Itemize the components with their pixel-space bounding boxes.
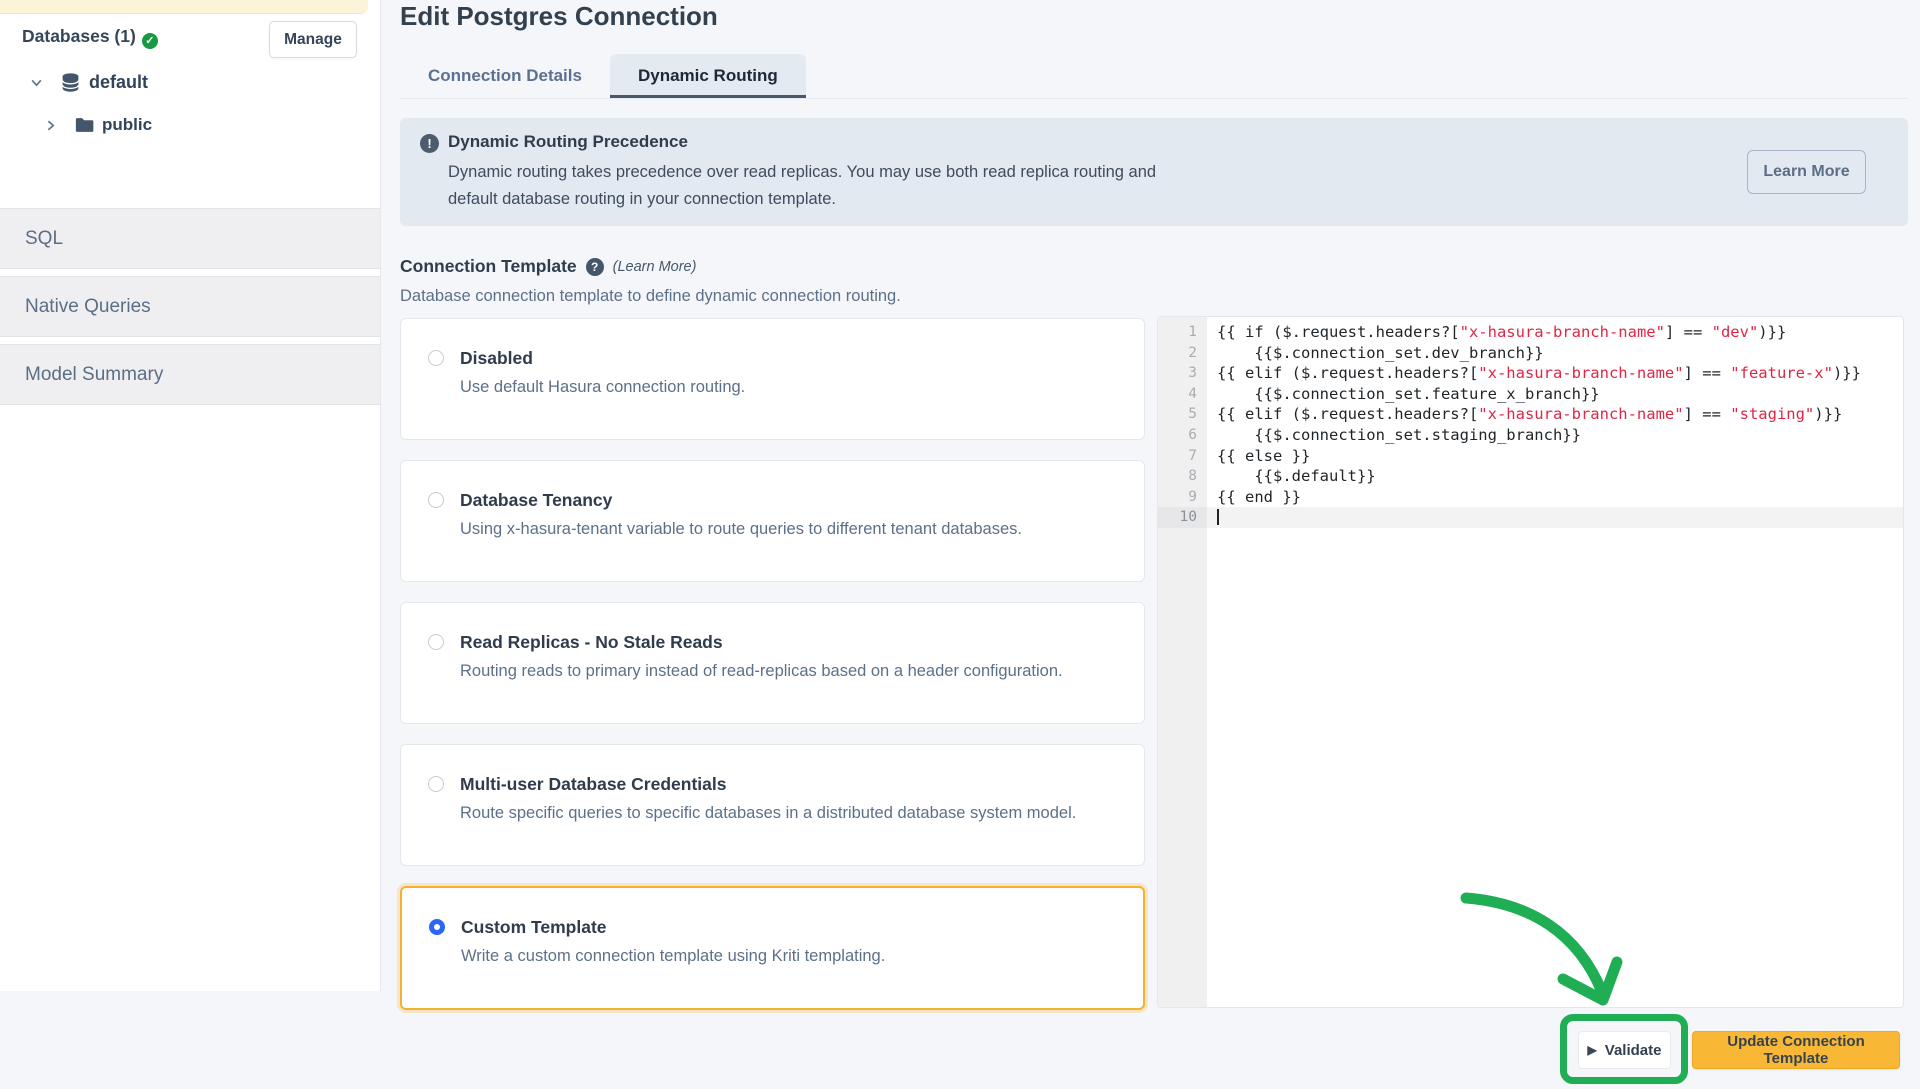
sidebar: Databases (1) ✓ Manage default public SQL… <box>0 0 381 991</box>
code-line[interactable]: 5{{ elif ($.request.headers?["x-hasura-b… <box>1158 404 1903 425</box>
databases-heading: Databases (1) ✓ <box>22 26 158 49</box>
line-number: 6 <box>1158 425 1207 446</box>
radio-database-tenancy[interactable] <box>428 492 444 508</box>
option-disabled[interactable]: Disabled Use default Hasura connection r… <box>400 318 1145 440</box>
code-editor[interactable]: 1{{ if ($.request.headers?["x-hasura-bra… <box>1157 316 1904 1008</box>
line-number: 2 <box>1158 343 1207 364</box>
update-connection-template-button[interactable]: Update Connection Template <box>1692 1031 1900 1069</box>
radio-disabled[interactable] <box>428 350 444 366</box>
code-line[interactable]: 9{{ end }} <box>1158 487 1903 508</box>
help-icon[interactable]: ? <box>586 258 604 276</box>
tree-item-public[interactable]: public <box>44 115 152 135</box>
code-line[interactable]: 10 <box>1158 507 1903 528</box>
code-line[interactable]: 4 {{$.connection_set.feature_x_branch}} <box>1158 384 1903 405</box>
sidebar-item-native-queries[interactable]: Native Queries <box>0 276 380 337</box>
line-number: 9 <box>1158 487 1207 508</box>
precedence-banner: ! Dynamic Routing Precedence Dynamic rou… <box>400 118 1908 226</box>
option-custom-template[interactable]: Custom Template Write a custom connectio… <box>400 886 1145 1010</box>
line-number: 10 <box>1158 507 1207 528</box>
validate-button[interactable]: ▶ Validate <box>1578 1031 1671 1069</box>
tree-label-public: public <box>102 115 152 135</box>
option-description: Using x-hasura-tenant variable to route … <box>460 520 1022 539</box>
tab-connection-details[interactable]: Connection Details <box>400 54 610 98</box>
section-subtitle: Database connection template to define d… <box>400 287 901 306</box>
line-number: 5 <box>1158 404 1207 425</box>
section-learn-more-link[interactable]: (Learn More) <box>613 259 697 275</box>
chevron-right-icon[interactable] <box>44 119 58 132</box>
tree-item-default[interactable]: default <box>30 72 148 93</box>
code-line[interactable]: 2 {{$.connection_set.dev_branch}} <box>1158 343 1903 364</box>
sidebar-item-model-summary[interactable]: Model Summary <box>0 344 380 405</box>
code-line[interactable]: 6 {{$.connection_set.staging_branch}} <box>1158 425 1903 446</box>
folder-icon <box>74 115 94 135</box>
option-database-tenancy[interactable]: Database Tenancy Using x-hasura-tenant v… <box>400 460 1145 582</box>
tab-dynamic-routing[interactable]: Dynamic Routing <box>610 54 806 98</box>
option-label: Custom Template <box>461 917 607 938</box>
option-description: Routing reads to primary instead of read… <box>460 662 1063 681</box>
option-label: Read Replicas - No Stale Reads <box>460 632 723 653</box>
line-number: 8 <box>1158 466 1207 487</box>
status-check-icon: ✓ <box>142 33 158 49</box>
validate-label: Validate <box>1605 1042 1662 1059</box>
option-description: Write a custom connection template using… <box>461 947 885 966</box>
line-number: 7 <box>1158 446 1207 467</box>
info-icon: ! <box>420 134 439 153</box>
chevron-down-icon[interactable] <box>30 76 44 89</box>
tabs: Connection Details Dynamic Routing <box>400 54 1908 99</box>
option-description: Use default Hasura connection routing. <box>460 378 745 397</box>
play-icon: ▶ <box>1588 1043 1597 1057</box>
manage-button[interactable]: Manage <box>269 21 357 58</box>
option-label: Multi-user Database Credentials <box>460 774 726 795</box>
code-line[interactable]: 7{{ else }} <box>1158 446 1903 467</box>
text-cursor <box>1217 509 1219 525</box>
learn-more-button[interactable]: Learn More <box>1747 150 1866 194</box>
banner-title: Dynamic Routing Precedence <box>448 132 688 152</box>
code-line[interactable]: 1{{ if ($.request.headers?["x-hasura-bra… <box>1158 322 1903 343</box>
databases-label: Databases (1) <box>22 26 136 46</box>
option-multi-user[interactable]: Multi-user Database Credentials Route sp… <box>400 744 1145 866</box>
line-number: 1 <box>1158 322 1207 343</box>
radio-custom-template[interactable] <box>429 919 445 935</box>
option-label: Disabled <box>460 348 533 369</box>
code-line[interactable]: 3{{ elif ($.request.headers?["x-hasura-b… <box>1158 363 1903 384</box>
banner-body: Dynamic routing takes precedence over re… <box>448 159 1193 213</box>
section-title: Connection Template <box>400 256 577 277</box>
code-editor-lines: 1{{ if ($.request.headers?["x-hasura-bra… <box>1158 322 1903 528</box>
radio-read-replicas[interactable] <box>428 634 444 650</box>
line-number: 4 <box>1158 384 1207 405</box>
option-description: Route specific queries to specific datab… <box>460 804 1076 823</box>
line-number: 3 <box>1158 363 1207 384</box>
option-label: Database Tenancy <box>460 490 612 511</box>
page-title: Edit Postgres Connection <box>400 1 718 32</box>
option-read-replicas[interactable]: Read Replicas - No Stale Reads Routing r… <box>400 602 1145 724</box>
radio-multi-user[interactable] <box>428 776 444 792</box>
database-icon <box>60 72 81 93</box>
connection-template-heading: Connection Template ? (Learn More) <box>400 256 696 277</box>
sidebar-item-sql[interactable]: SQL <box>0 208 380 269</box>
code-line[interactable]: 8 {{$.default}} <box>1158 466 1903 487</box>
tree-label-default: default <box>89 72 148 93</box>
sidebar-highlight-strip <box>0 0 368 14</box>
